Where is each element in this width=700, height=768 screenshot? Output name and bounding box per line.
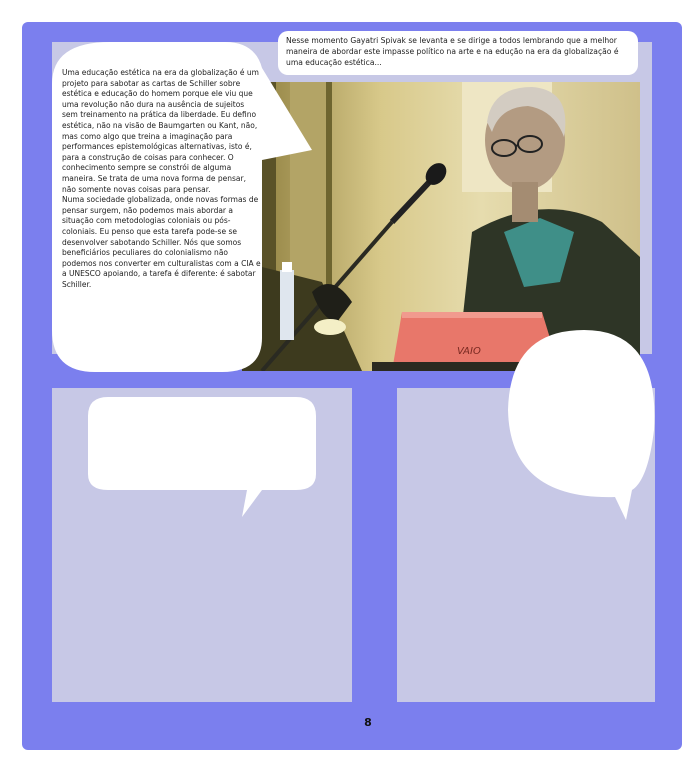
empty-balloon-right [508,330,655,520]
narration-caption: Nesse momento Gayatri Spivak se levanta … [278,31,638,75]
speech-text: Uma educação estética na era da globaliz… [62,68,262,290]
speech-paragraph-1: Uma educação estética na era da globaliz… [62,68,259,194]
caption-text: Nesse momento Gayatri Spivak se levanta … [286,36,619,67]
speech-paragraph-2: Numa sociedade globalizada, onde novas f… [62,195,261,289]
page-number: 8 [364,716,372,729]
empty-balloon-left [88,397,316,517]
